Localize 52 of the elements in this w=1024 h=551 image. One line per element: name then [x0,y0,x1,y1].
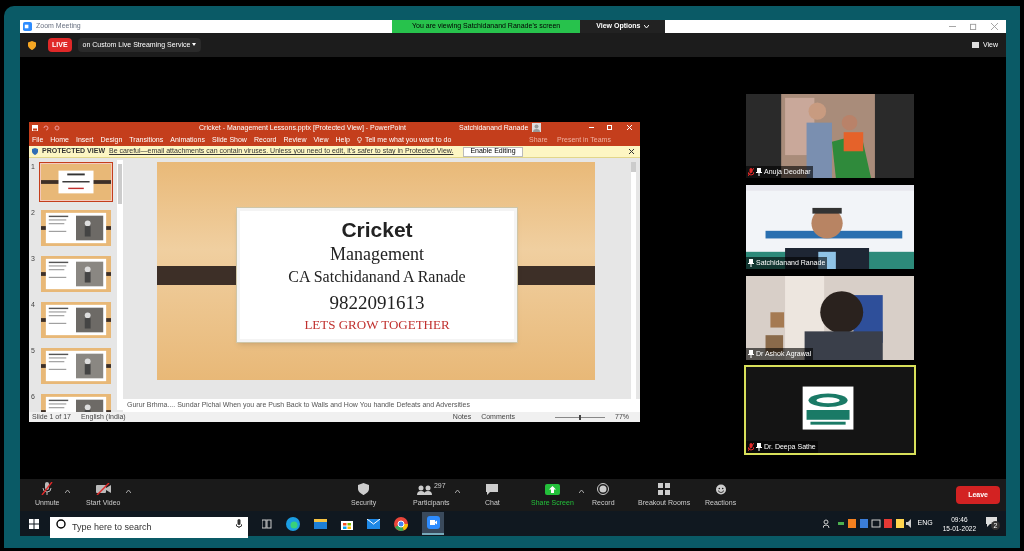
video-off-icon [95,483,111,495]
slide-tagline: LETS GROW TOGETHER [304,317,450,334]
info-shield-icon [32,148,38,155]
caret-icon[interactable] [454,489,460,493]
lightbulb-icon [356,137,362,143]
slide-phone: 9822091613 [329,291,425,316]
chrome-icon[interactable] [394,516,408,531]
slide-thumbnail[interactable] [39,300,113,340]
task-view-icon[interactable] [262,518,272,529]
mail-icon[interactable] [367,518,380,529]
save-icon[interactable] [32,125,38,131]
slide-author: CA Satchidanand A Ranade [288,267,466,288]
caret-icon[interactable] [578,489,584,493]
restore-icon[interactable] [970,23,977,30]
edge-browser-icon[interactable] [286,516,300,531]
pin-icon [756,442,762,451]
caret-icon[interactable] [125,489,131,493]
shield-icon[interactable] [28,40,36,50]
pin-icon [748,349,754,358]
slide-thumbnail[interactable] [39,208,113,248]
share-screen-icon [544,484,560,495]
muted-microphone-icon [41,482,54,495]
folder-icon[interactable] [314,518,327,529]
slide-thumbnail[interactable] [39,162,113,202]
close-icon[interactable] [629,149,634,154]
people-icon[interactable] [822,519,832,528]
smiley-icon [714,483,727,495]
slide-subtitle: Management [330,242,424,266]
participants-icon [416,485,432,495]
shield-icon [358,483,370,495]
windows-start-icon[interactable] [29,518,39,529]
slide-thumbnail[interactable] [39,346,113,386]
minimize-icon[interactable] [589,125,594,130]
search-field[interactable]: Type here to search [50,516,248,538]
tray-icons-drawing[interactable] [837,519,912,528]
grid-icon [971,42,979,48]
pin-icon [748,258,754,267]
zoom-logo-icon [426,516,440,529]
slide-thumbnail[interactable] [39,254,113,294]
chat-icon [486,484,499,495]
scrollbar[interactable] [631,162,636,399]
scrollbar[interactable] [117,160,123,410]
grid-icon [658,483,671,495]
search-icon [56,518,66,529]
caret-icon [192,43,197,47]
pin-icon [756,167,762,176]
slide-title: Cricket [341,216,413,243]
microphone-icon[interactable] [236,519,242,528]
zoom-taskbar-button[interactable] [422,512,444,535]
record-icon [597,483,610,495]
caret-icon[interactable] [64,489,70,493]
caret-icon [644,25,650,28]
